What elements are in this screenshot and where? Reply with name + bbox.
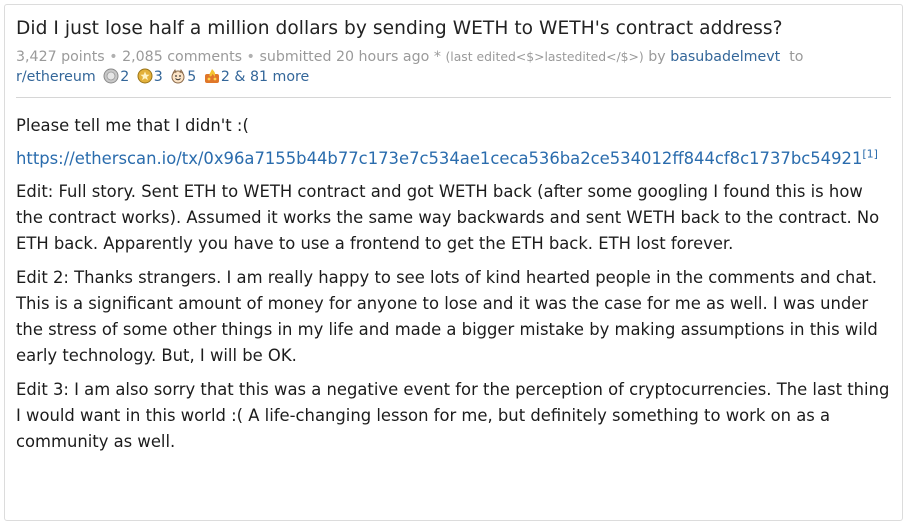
silver-award-count: 2 xyxy=(120,69,130,85)
post-meta-awards: r/ethereum 2 3 5 2 & 81 more xyxy=(16,68,309,85)
subreddit-link[interactable]: r/ethereum xyxy=(16,69,96,85)
gold-award-icon[interactable] xyxy=(137,68,153,84)
silver-award-icon[interactable] xyxy=(103,68,119,84)
comments-link[interactable]: 2,085 comments xyxy=(122,49,242,65)
footnote-ref[interactable]: [1] xyxy=(862,148,878,161)
wholesome-award-icon[interactable] xyxy=(170,68,186,84)
by-label: by xyxy=(648,49,666,65)
post-title[interactable]: Did I just lose half a million dollars b… xyxy=(16,18,783,39)
submitted-time: submitted 20 hours ago xyxy=(259,49,430,65)
body-paragraph-edit-2: Edit 2: Thanks strangers. I am really ha… xyxy=(16,268,878,365)
body-paragraph-edit-3: Edit 3: I am also sorry that this was a … xyxy=(16,380,890,451)
body-paragraph-1: Please tell me that I didn't :( xyxy=(16,116,249,135)
fire-award-count: 2 xyxy=(220,69,230,85)
etherscan-link-paragraph: https://etherscan.io/tx/0x96a7155b44b77c… xyxy=(16,147,894,171)
gold-award-count: 3 xyxy=(153,69,163,85)
author-link[interactable]: basubadelmevt xyxy=(670,49,780,65)
etherscan-link[interactable]: https://etherscan.io/tx/0x96a7155b44b77c… xyxy=(16,149,862,168)
to-label: to xyxy=(789,49,804,65)
bullet-separator: • xyxy=(246,49,255,65)
bullet-separator: • xyxy=(109,49,118,65)
divider xyxy=(16,97,891,98)
post-meta: 3,427 points • 2,085 comments • submitte… xyxy=(16,49,803,65)
body-paragraph-edit-1: Edit: Full story. Sent ETH to WETH contr… xyxy=(16,182,880,253)
post-card: Did I just lose half a million dollars b… xyxy=(4,4,903,521)
last-edited: (last edited<$>lastedited</$>) xyxy=(445,49,644,64)
more-awards-link[interactable]: & 81 more xyxy=(234,69,309,85)
points-count: 3,427 points xyxy=(16,49,105,65)
post-body: Please tell me that I didn't :( https://… xyxy=(16,113,894,463)
edited-marker: * xyxy=(433,49,441,65)
fire-award-icon[interactable] xyxy=(204,68,220,84)
wholesome-award-count: 5 xyxy=(187,69,197,85)
